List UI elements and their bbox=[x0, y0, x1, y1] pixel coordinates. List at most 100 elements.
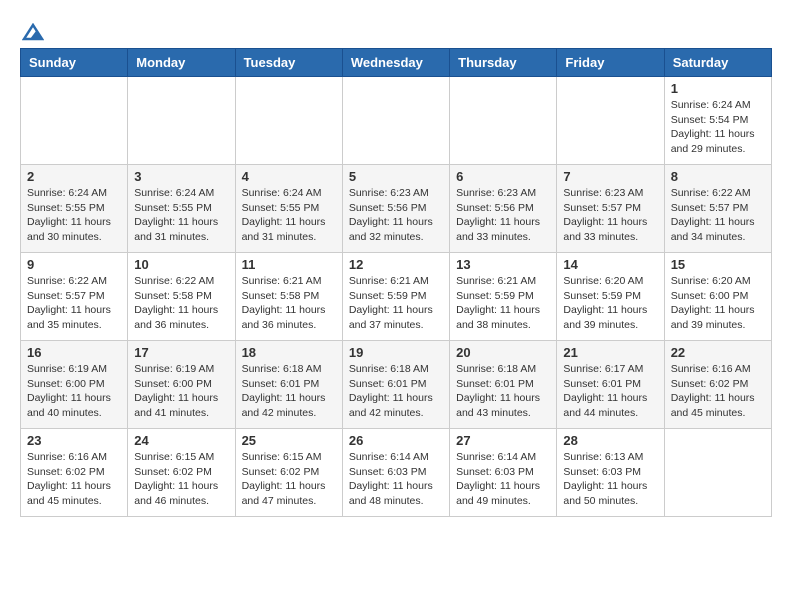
day-info: Sunrise: 6:24 AM Sunset: 5:55 PM Dayligh… bbox=[27, 186, 121, 245]
calendar-cell: 27 Sunrise: 6:14 AM Sunset: 6:03 PM Dayli… bbox=[450, 429, 557, 517]
day-number: 23 bbox=[27, 433, 121, 448]
day-info: Sunrise: 6:20 AM Sunset: 6:00 PM Dayligh… bbox=[671, 274, 765, 333]
day-number: 9 bbox=[27, 257, 121, 272]
day-info: Sunrise: 6:18 AM Sunset: 6:01 PM Dayligh… bbox=[349, 362, 443, 421]
calendar-cell: 17 Sunrise: 6:19 AM Sunset: 6:00 PM Dayli… bbox=[128, 341, 235, 429]
weekday-header-wednesday: Wednesday bbox=[342, 49, 449, 77]
day-number: 8 bbox=[671, 169, 765, 184]
day-info: Sunrise: 6:23 AM Sunset: 5:56 PM Dayligh… bbox=[456, 186, 550, 245]
day-number: 20 bbox=[456, 345, 550, 360]
calendar-cell: 7 Sunrise: 6:23 AM Sunset: 5:57 PM Daylig… bbox=[557, 165, 664, 253]
day-number: 24 bbox=[134, 433, 228, 448]
logo-icon bbox=[22, 23, 44, 41]
calendar-cell: 4 Sunrise: 6:24 AM Sunset: 5:55 PM Daylig… bbox=[235, 165, 342, 253]
day-info: Sunrise: 6:19 AM Sunset: 6:00 PM Dayligh… bbox=[27, 362, 121, 421]
day-number: 16 bbox=[27, 345, 121, 360]
calendar-week-row: 16 Sunrise: 6:19 AM Sunset: 6:00 PM Dayli… bbox=[21, 341, 772, 429]
day-info: Sunrise: 6:24 AM Sunset: 5:55 PM Dayligh… bbox=[134, 186, 228, 245]
calendar-week-row: 2 Sunrise: 6:24 AM Sunset: 5:55 PM Daylig… bbox=[21, 165, 772, 253]
calendar-cell: 11 Sunrise: 6:21 AM Sunset: 5:58 PM Dayli… bbox=[235, 253, 342, 341]
day-info: Sunrise: 6:16 AM Sunset: 6:02 PM Dayligh… bbox=[27, 450, 121, 509]
calendar-cell bbox=[235, 77, 342, 165]
weekday-header-friday: Friday bbox=[557, 49, 664, 77]
day-info: Sunrise: 6:16 AM Sunset: 6:02 PM Dayligh… bbox=[671, 362, 765, 421]
day-number: 27 bbox=[456, 433, 550, 448]
calendar-cell: 5 Sunrise: 6:23 AM Sunset: 5:56 PM Daylig… bbox=[342, 165, 449, 253]
calendar-cell: 21Sunrise: 6:17 AM Sunset: 6:01 PM Dayli… bbox=[557, 341, 664, 429]
calendar-cell: 16 Sunrise: 6:19 AM Sunset: 6:00 PM Dayli… bbox=[21, 341, 128, 429]
day-info: Sunrise: 6:20 AM Sunset: 5:59 PM Dayligh… bbox=[563, 274, 657, 333]
calendar-cell bbox=[342, 77, 449, 165]
day-number: 5 bbox=[349, 169, 443, 184]
weekday-header-tuesday: Tuesday bbox=[235, 49, 342, 77]
day-number: 7 bbox=[563, 169, 657, 184]
day-number: 15 bbox=[671, 257, 765, 272]
day-number: 2 bbox=[27, 169, 121, 184]
calendar-cell: 28 Sunrise: 6:13 AM Sunset: 6:03 PM Dayli… bbox=[557, 429, 664, 517]
logo bbox=[20, 20, 44, 38]
weekday-header-monday: Monday bbox=[128, 49, 235, 77]
calendar-cell: 14 Sunrise: 6:20 AM Sunset: 5:59 PM Dayli… bbox=[557, 253, 664, 341]
day-number: 22 bbox=[671, 345, 765, 360]
day-info: Sunrise: 6:14 AM Sunset: 6:03 PM Dayligh… bbox=[456, 450, 550, 509]
calendar-week-row: 9 Sunrise: 6:22 AM Sunset: 5:57 PM Daylig… bbox=[21, 253, 772, 341]
day-number: 26 bbox=[349, 433, 443, 448]
calendar-cell bbox=[450, 77, 557, 165]
day-number: 4 bbox=[242, 169, 336, 184]
day-number: 28 bbox=[563, 433, 657, 448]
calendar-cell: 8 Sunrise: 6:22 AM Sunset: 5:57 PM Daylig… bbox=[664, 165, 771, 253]
calendar-cell: 18Sunrise: 6:18 AM Sunset: 6:01 PM Dayli… bbox=[235, 341, 342, 429]
day-number: 3 bbox=[134, 169, 228, 184]
day-info: Sunrise: 6:24 AM Sunset: 5:54 PM Dayligh… bbox=[671, 98, 765, 157]
day-info: Sunrise: 6:19 AM Sunset: 6:00 PM Dayligh… bbox=[134, 362, 228, 421]
day-info: Sunrise: 6:21 AM Sunset: 5:58 PM Dayligh… bbox=[242, 274, 336, 333]
day-info: Sunrise: 6:22 AM Sunset: 5:58 PM Dayligh… bbox=[134, 274, 228, 333]
calendar-table: SundayMondayTuesdayWednesdayThursdayFrid… bbox=[20, 48, 772, 517]
calendar-cell: 2 Sunrise: 6:24 AM Sunset: 5:55 PM Daylig… bbox=[21, 165, 128, 253]
weekday-header-saturday: Saturday bbox=[664, 49, 771, 77]
calendar-cell: 26 Sunrise: 6:14 AM Sunset: 6:03 PM Dayli… bbox=[342, 429, 449, 517]
calendar-cell: 24Sunrise: 6:15 AM Sunset: 6:02 PM Dayli… bbox=[128, 429, 235, 517]
day-info: Sunrise: 6:17 AM Sunset: 6:01 PM Dayligh… bbox=[563, 362, 657, 421]
day-info: Sunrise: 6:24 AM Sunset: 5:55 PM Dayligh… bbox=[242, 186, 336, 245]
day-info: Sunrise: 6:18 AM Sunset: 6:01 PM Dayligh… bbox=[242, 362, 336, 421]
day-info: Sunrise: 6:13 AM Sunset: 6:03 PM Dayligh… bbox=[563, 450, 657, 509]
calendar-cell: 10 Sunrise: 6:22 AM Sunset: 5:58 PM Dayli… bbox=[128, 253, 235, 341]
calendar-cell: 15 Sunrise: 6:20 AM Sunset: 6:00 PM Dayli… bbox=[664, 253, 771, 341]
calendar-cell: 12Sunrise: 6:21 AM Sunset: 5:59 PM Dayli… bbox=[342, 253, 449, 341]
day-info: Sunrise: 6:23 AM Sunset: 5:57 PM Dayligh… bbox=[563, 186, 657, 245]
calendar-cell bbox=[128, 77, 235, 165]
calendar-cell bbox=[557, 77, 664, 165]
day-info: Sunrise: 6:22 AM Sunset: 5:57 PM Dayligh… bbox=[27, 274, 121, 333]
day-number: 10 bbox=[134, 257, 228, 272]
day-info: Sunrise: 6:21 AM Sunset: 5:59 PM Dayligh… bbox=[349, 274, 443, 333]
day-info: Sunrise: 6:18 AM Sunset: 6:01 PM Dayligh… bbox=[456, 362, 550, 421]
page-header bbox=[20, 20, 772, 38]
day-number: 25 bbox=[242, 433, 336, 448]
calendar-cell: 1Sunrise: 6:24 AM Sunset: 5:54 PM Daylig… bbox=[664, 77, 771, 165]
calendar-cell: 23 Sunrise: 6:16 AM Sunset: 6:02 PM Dayli… bbox=[21, 429, 128, 517]
day-number: 6 bbox=[456, 169, 550, 184]
calendar-cell: 6 Sunrise: 6:23 AM Sunset: 5:56 PM Daylig… bbox=[450, 165, 557, 253]
day-info: Sunrise: 6:22 AM Sunset: 5:57 PM Dayligh… bbox=[671, 186, 765, 245]
calendar-cell: 22 Sunrise: 6:16 AM Sunset: 6:02 PM Dayli… bbox=[664, 341, 771, 429]
calendar-cell: 9 Sunrise: 6:22 AM Sunset: 5:57 PM Daylig… bbox=[21, 253, 128, 341]
weekday-header-row: SundayMondayTuesdayWednesdayThursdayFrid… bbox=[21, 49, 772, 77]
calendar-cell: 19 Sunrise: 6:18 AM Sunset: 6:01 PM Dayli… bbox=[342, 341, 449, 429]
day-info: Sunrise: 6:21 AM Sunset: 5:59 PM Dayligh… bbox=[456, 274, 550, 333]
calendar-cell: 20 Sunrise: 6:18 AM Sunset: 6:01 PM Dayli… bbox=[450, 341, 557, 429]
day-info: Sunrise: 6:23 AM Sunset: 5:56 PM Dayligh… bbox=[349, 186, 443, 245]
calendar-cell bbox=[21, 77, 128, 165]
weekday-header-sunday: Sunday bbox=[21, 49, 128, 77]
calendar-cell bbox=[664, 429, 771, 517]
calendar-cell: 25 Sunrise: 6:15 AM Sunset: 6:02 PM Dayli… bbox=[235, 429, 342, 517]
day-number: 14 bbox=[563, 257, 657, 272]
day-info: Sunrise: 6:15 AM Sunset: 6:02 PM Dayligh… bbox=[242, 450, 336, 509]
calendar-cell: 3 Sunrise: 6:24 AM Sunset: 5:55 PM Daylig… bbox=[128, 165, 235, 253]
weekday-header-thursday: Thursday bbox=[450, 49, 557, 77]
calendar-cell: 13Sunrise: 6:21 AM Sunset: 5:59 PM Dayli… bbox=[450, 253, 557, 341]
day-number: 17 bbox=[134, 345, 228, 360]
day-number: 19 bbox=[349, 345, 443, 360]
day-info: Sunrise: 6:14 AM Sunset: 6:03 PM Dayligh… bbox=[349, 450, 443, 509]
day-number: 11 bbox=[242, 257, 336, 272]
